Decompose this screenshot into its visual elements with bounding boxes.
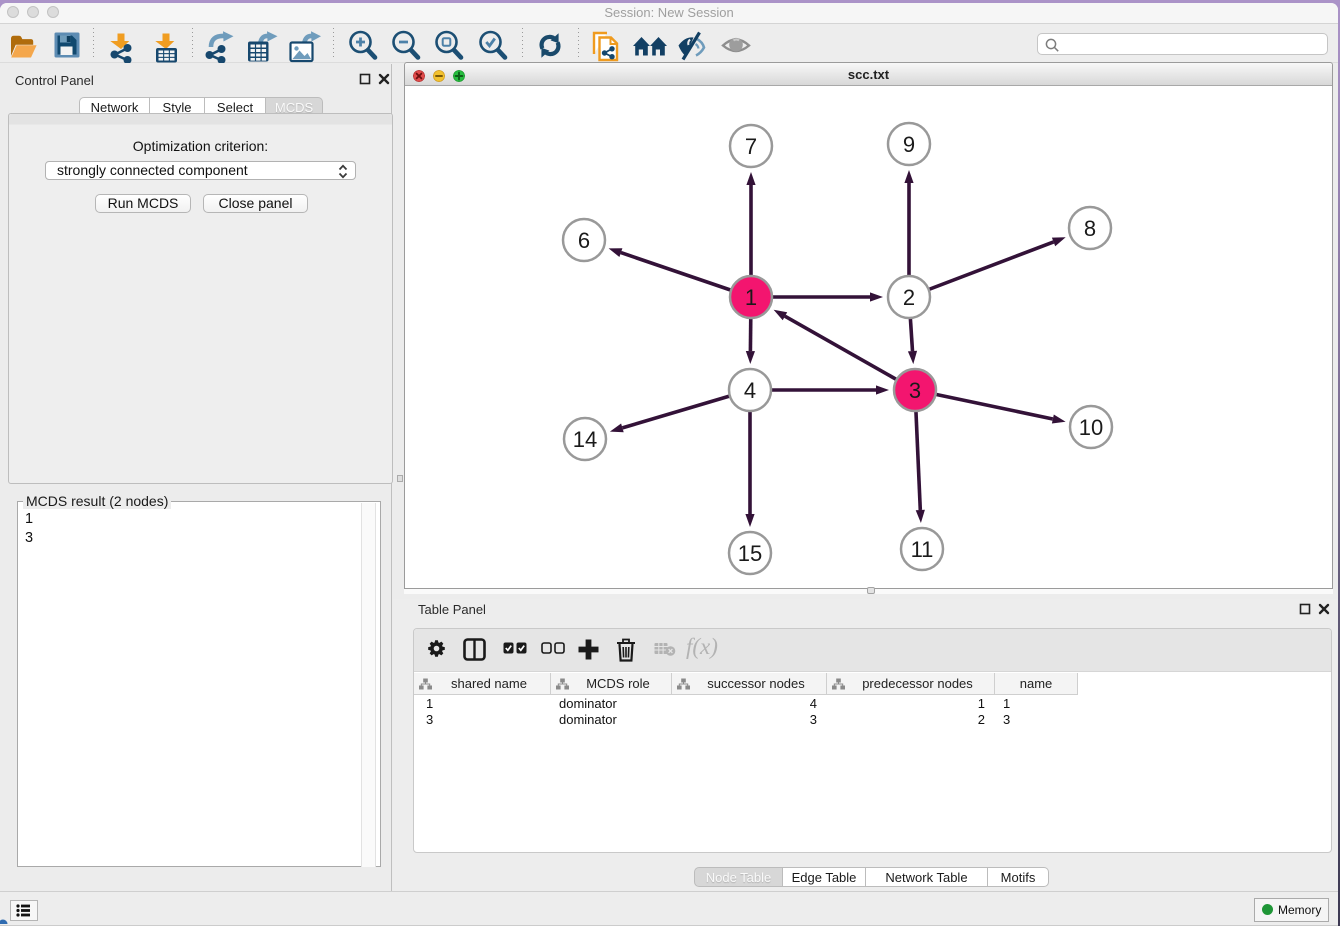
svg-text:6: 6 (578, 228, 590, 253)
svg-text:15: 15 (738, 541, 762, 566)
svg-text:1: 1 (745, 285, 757, 310)
svg-text:3: 3 (909, 378, 921, 403)
svg-text:9: 9 (903, 132, 915, 157)
svg-text:11: 11 (911, 537, 934, 562)
svg-text:8: 8 (1084, 216, 1096, 241)
svg-text:14: 14 (573, 427, 597, 452)
svg-text:10: 10 (1079, 415, 1103, 440)
svg-text:4: 4 (744, 378, 756, 403)
svg-text:7: 7 (745, 134, 757, 159)
svg-text:2: 2 (903, 285, 915, 310)
